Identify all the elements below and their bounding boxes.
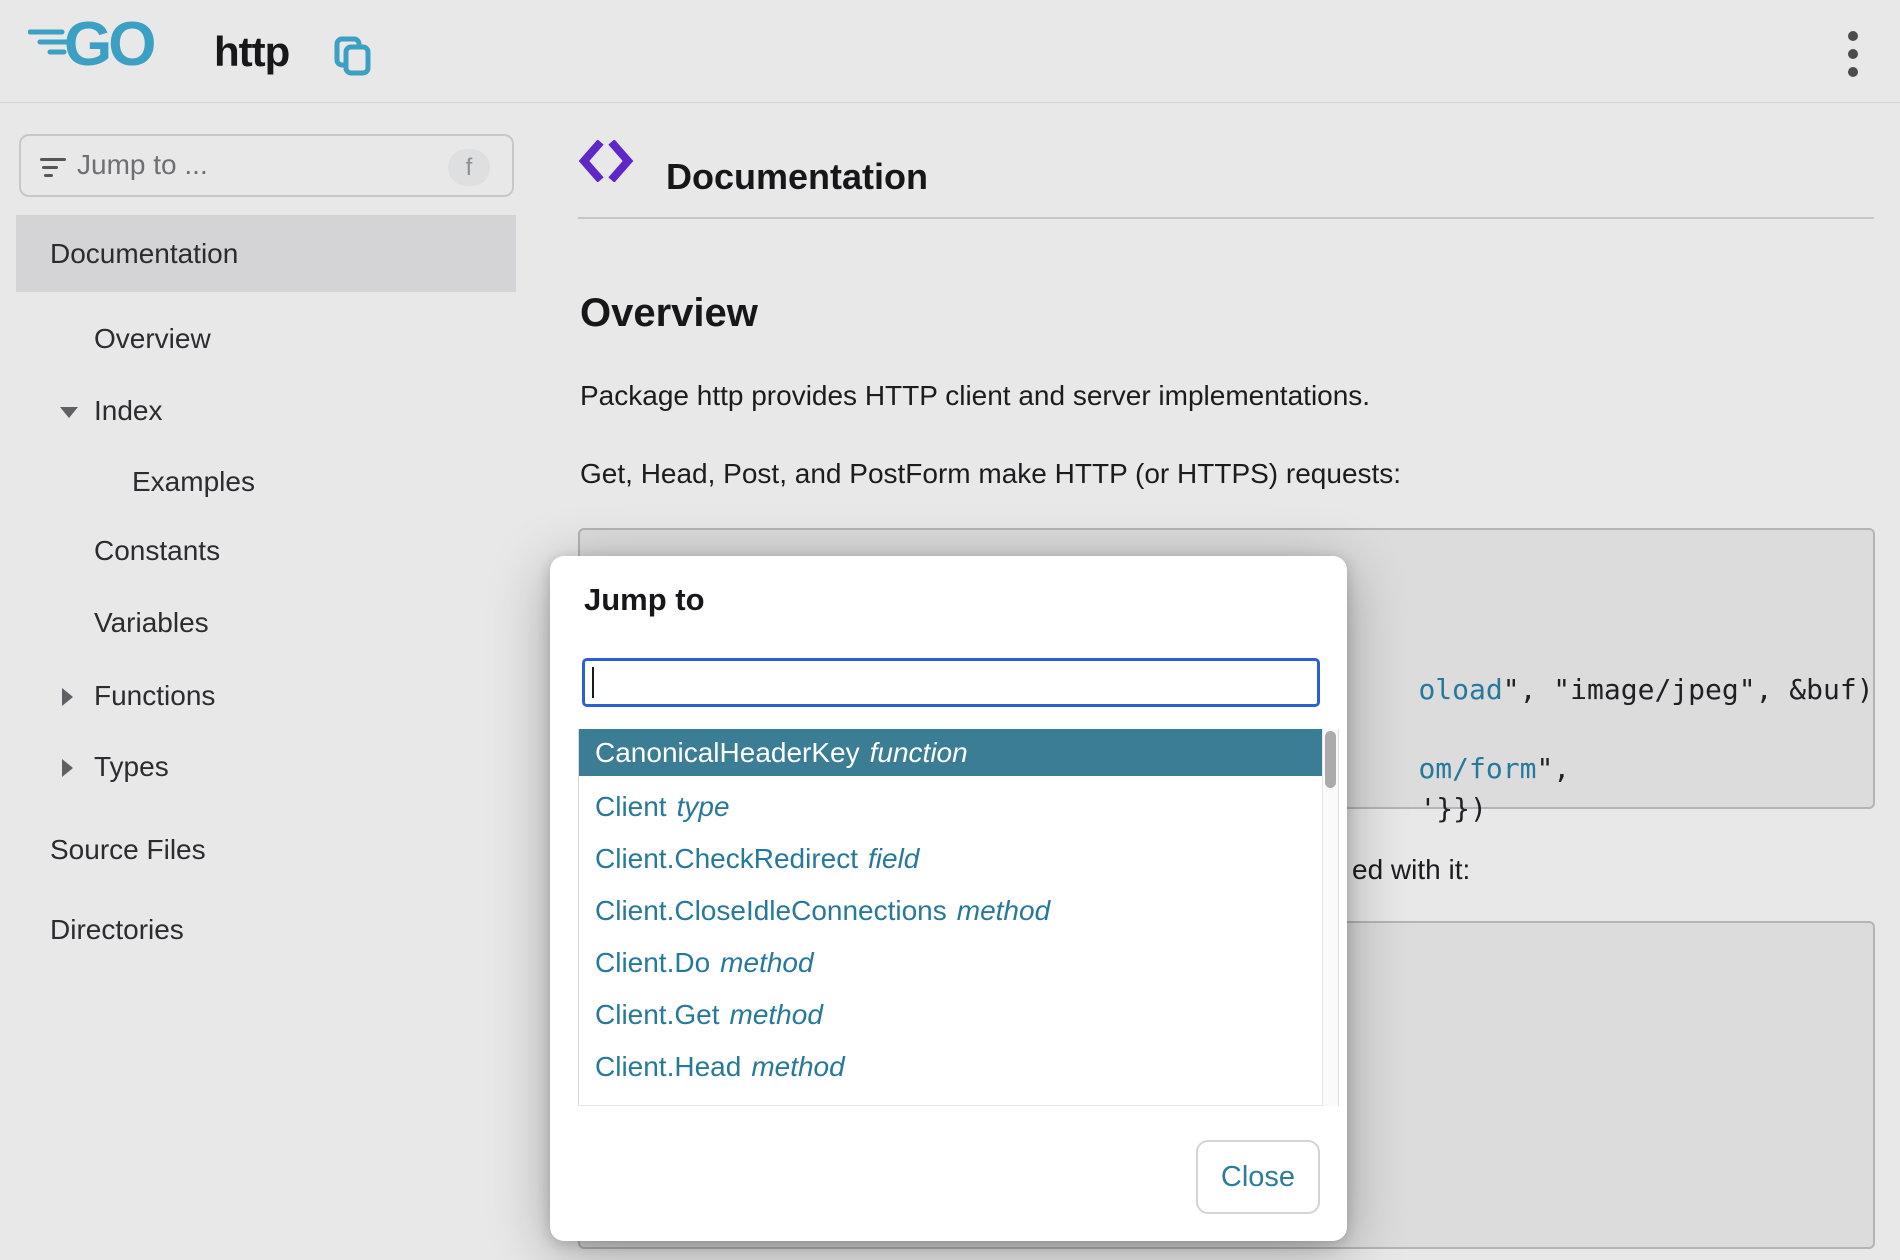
shortcut-key-badge: f (448, 149, 490, 186)
sidebar-item-label: Functions (94, 680, 215, 711)
page: GO http f Documentation Overview Index E… (0, 0, 1900, 1260)
symbol-name: Client (595, 791, 667, 823)
text-caret (592, 667, 594, 698)
code-text: ", "image/jpeg", &buf) (1503, 673, 1874, 706)
dialog-title: Jump to (584, 582, 705, 618)
sidebar-item-examples[interactable]: Examples (132, 466, 255, 498)
paragraph-tail: ed with it: (1352, 854, 1470, 886)
symbol-name: Client.Get (595, 999, 720, 1031)
code-text: ", (1536, 752, 1570, 785)
list-item-client[interactable]: Client type (579, 781, 1322, 833)
symbol-kind: method (730, 999, 823, 1031)
sidebar-item-index[interactable]: Index (94, 395, 163, 427)
code-line-fragment: '}}) (1352, 759, 1487, 858)
sidebar-item-types[interactable]: Types (94, 751, 169, 783)
divider (578, 217, 1874, 219)
code-url-link[interactable]: oload (1418, 673, 1502, 706)
symbol-kind: field (868, 843, 919, 875)
symbol-kind: type (677, 791, 730, 823)
symbol-name: Client.Head (595, 1051, 741, 1083)
symbol-name: CanonicalHeaderKey (595, 737, 860, 769)
symbol-name: Client.Do (595, 947, 710, 979)
chevron-down-icon (60, 407, 78, 418)
list-scrollbar (1322, 729, 1339, 1106)
sidebar-item-directories[interactable]: Directories (50, 914, 184, 946)
list-item-client-do[interactable]: Client.Do method (579, 937, 1322, 989)
copy-icon[interactable] (333, 36, 373, 76)
overview-paragraph-2: Get, Head, Post, and PostForm make HTTP … (580, 458, 1401, 490)
chevron-right-icon (62, 688, 73, 706)
search-input[interactable] (77, 142, 447, 188)
symbol-kind: method (751, 1051, 844, 1083)
list-item-canonicalheaderkey[interactable]: CanonicalHeaderKey function (579, 729, 1322, 776)
package-title: http (214, 28, 289, 76)
go-logo[interactable]: GO (28, 8, 188, 76)
scrollbar-thumb[interactable] (1325, 731, 1336, 788)
close-button[interactable]: Close (1196, 1140, 1320, 1214)
list-item-client-checkredirect[interactable]: Client.CheckRedirect field (579, 833, 1322, 885)
code-brackets-icon[interactable] (578, 140, 634, 182)
list-item-client-closeidleconnections[interactable]: Client.CloseIdleConnections method (579, 885, 1322, 937)
overview-paragraph-1: Package http provides HTTP client and se… (580, 380, 1370, 412)
sidebar-item-functions[interactable]: Functions (94, 680, 215, 712)
symbol-kind: method (720, 947, 813, 979)
symbol-kind: method (957, 895, 1050, 927)
sidebar-item-variables[interactable]: Variables (94, 607, 209, 639)
list-item-client-get[interactable]: Client.Get method (579, 989, 1322, 1041)
symbol-name: Client.CloseIdleConnections (595, 895, 947, 927)
symbol-kind: function (870, 737, 968, 769)
sidebar-item-source-files[interactable]: Source Files (50, 834, 206, 866)
symbol-name: Client.CheckRedirect (595, 843, 858, 875)
app-header: GO http (0, 0, 1900, 103)
sidebar-item-documentation[interactable]: Documentation (16, 215, 516, 292)
sidebar-item-constants[interactable]: Constants (94, 535, 220, 567)
page-title: Documentation (666, 156, 928, 198)
symbol-kind: field (723, 1103, 774, 1106)
jump-to-dialog: Jump to CanonicalHeaderKey function Clie… (550, 556, 1347, 1241)
sidebar-item-overview[interactable]: Overview (94, 323, 211, 355)
chevron-right-icon (62, 759, 73, 777)
filter-icon (40, 156, 66, 178)
overview-heading: Overview (580, 291, 758, 336)
jump-to-input[interactable] (582, 658, 1320, 707)
sidebar-item-label: Index (94, 395, 163, 426)
sidebar-search: f (19, 134, 514, 197)
go-logo-text: GO (64, 10, 154, 76)
code-text: '}}) (1419, 792, 1486, 825)
sidebar-item-label: Types (94, 751, 169, 782)
jump-to-results-list: CanonicalHeaderKey function Client type … (578, 729, 1322, 1106)
list-item-client-jar[interactable]: Client.Jar field (579, 1093, 1322, 1106)
list-item-client-head[interactable]: Client.Head method (579, 1041, 1322, 1093)
overflow-menu-icon[interactable] (1838, 26, 1868, 82)
symbol-name: Client.Jar (595, 1103, 713, 1106)
